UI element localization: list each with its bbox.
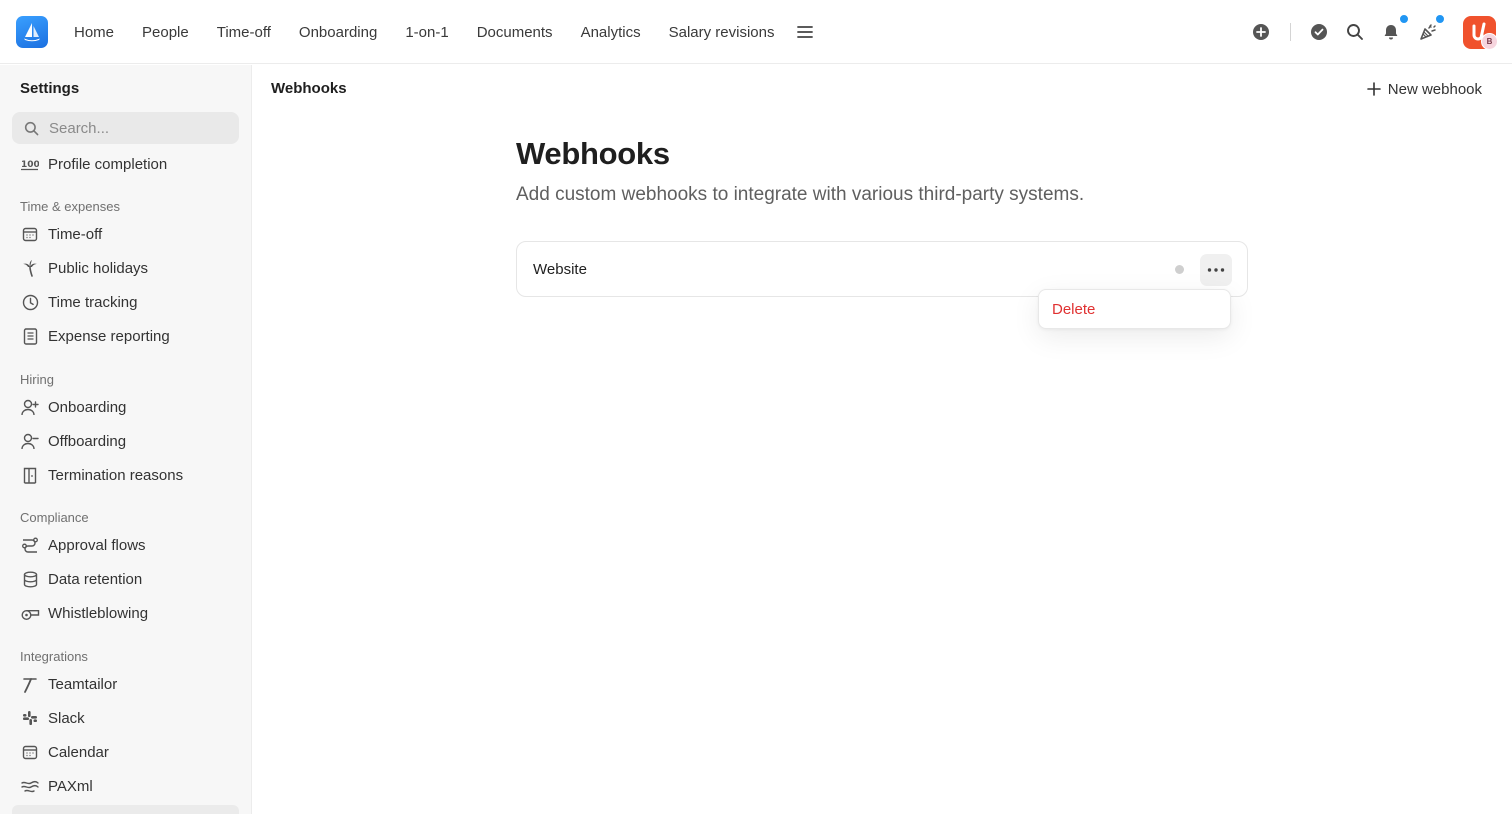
sidebar-item-paxml[interactable]: PAXml	[12, 771, 239, 801]
sidebar-item-label: Termination reasons	[48, 466, 184, 484]
nav-time-off[interactable]: Time-off	[203, 24, 285, 41]
settings-sidebar: Settings 100 Profile completion Time & e…	[0, 65, 252, 814]
section-hiring: Hiring	[20, 372, 54, 387]
calendar-icon	[20, 742, 40, 762]
sidebar-item-time-tracking[interactable]: Time tracking	[12, 287, 239, 317]
nav-home[interactable]: Home	[60, 24, 128, 41]
page-subtitle: Add custom webhooks to integrate with va…	[516, 184, 1085, 205]
sidebar-item-profile-completion[interactable]: 100 Profile completion	[12, 149, 239, 179]
new-webhook-label: New webhook	[1387, 80, 1482, 98]
sidebar-search-input[interactable]	[49, 119, 219, 137]
section-compliance: Compliance	[20, 510, 89, 525]
sidebar-item-label: Whistleblowing	[48, 604, 149, 622]
receipt-icon	[20, 326, 40, 346]
section-time-expenses: Time & expenses	[20, 199, 120, 214]
user-initial-badge: B	[1481, 33, 1498, 50]
door-icon	[20, 465, 40, 485]
toolbar-divider	[1290, 23, 1291, 41]
sidebar-item-slack[interactable]: Slack	[12, 703, 239, 733]
sidebar-item-label: Onboarding	[48, 398, 127, 416]
sailboat-icon	[24, 23, 40, 42]
hamburger-menu-icon[interactable]	[796, 24, 814, 40]
sidebar-item-label: Slack	[48, 709, 85, 727]
notification-badge	[1399, 14, 1409, 24]
sidebar-item-teamtailor[interactable]: Teamtailor	[12, 669, 239, 699]
sidebar-item-offboarding[interactable]: Offboarding	[12, 426, 239, 456]
sidebar-item-label: Teamtailor	[48, 675, 118, 693]
nav-one-on-one[interactable]: 1-on-1	[391, 24, 462, 41]
sidebar-item-whistleblowing[interactable]: Whistleblowing	[12, 598, 239, 628]
webhook-status-indicator	[1175, 265, 1184, 274]
webhook-options-menu: Delete	[1038, 289, 1231, 329]
sidebar-item-label: Approval flows	[48, 536, 146, 554]
more-options-button[interactable]	[1200, 254, 1232, 286]
svg-text:100: 100	[21, 160, 39, 170]
user-remove-icon	[20, 431, 40, 451]
check-circle-icon[interactable]	[1309, 22, 1329, 42]
nav-analytics[interactable]: Analytics	[567, 24, 655, 41]
top-bar: Home People Time-off Onboarding 1-on-1 D…	[0, 0, 1512, 64]
calendar-icon	[20, 224, 40, 244]
nav-salary-revisions[interactable]: Salary revisions	[655, 24, 789, 41]
nav-onboarding[interactable]: Onboarding	[285, 24, 391, 41]
slack-icon	[20, 708, 40, 728]
sidebar-item-label: Expense reporting	[48, 327, 170, 345]
sidebar-item-approval-flows[interactable]: Approval flows	[12, 530, 239, 560]
sidebar-item-label: Time-off	[48, 225, 103, 243]
bell-icon[interactable]	[1381, 22, 1401, 42]
sidebar-item-selected[interactable]	[12, 805, 239, 814]
sidebar-item-label: Offboarding	[48, 432, 127, 450]
clock-icon	[20, 292, 40, 312]
sidebar-item-label: Time tracking	[48, 293, 138, 311]
breadcrumb: Webhooks	[271, 80, 347, 97]
flow-icon	[20, 535, 40, 555]
nav-documents[interactable]: Documents	[463, 24, 567, 41]
main-nav: Home People Time-off Onboarding 1-on-1 D…	[60, 0, 814, 64]
add-circle-icon[interactable]	[1251, 22, 1271, 42]
whistle-icon	[20, 603, 40, 623]
page-title: Webhooks	[516, 136, 670, 171]
sidebar-item-onboarding[interactable]: Onboarding	[12, 392, 239, 422]
celebration-badge	[1435, 14, 1445, 24]
hundred-points-icon: 100	[20, 154, 40, 174]
app-logo[interactable]	[16, 16, 48, 48]
sidebar-item-label: PAXml	[48, 777, 93, 795]
webhook-name: Website	[533, 261, 587, 278]
ellipsis-icon	[1207, 268, 1225, 272]
user-add-icon	[20, 397, 40, 417]
delete-menu-item[interactable]: Delete	[1052, 301, 1095, 318]
sidebar-item-expense-reporting[interactable]: Expense reporting	[12, 321, 239, 351]
plus-icon	[1366, 82, 1381, 96]
search-icon[interactable]	[1345, 22, 1365, 42]
nav-people[interactable]: People	[128, 24, 203, 41]
sidebar-title: Settings	[20, 80, 80, 97]
sidebar-search	[12, 112, 239, 144]
sidebar-item-time-off[interactable]: Time-off	[12, 219, 239, 249]
section-integrations: Integrations	[20, 649, 88, 664]
sidebar-item-label: Public holidays	[48, 259, 149, 277]
sidebar-item-termination-reasons[interactable]: Termination reasons	[12, 460, 239, 490]
sidebar-item-label: Profile completion	[48, 155, 168, 173]
teamtailor-icon	[20, 674, 40, 694]
paxml-icon	[20, 776, 40, 796]
celebration-icon[interactable]	[1418, 22, 1438, 42]
sidebar-item-calendar[interactable]: Calendar	[12, 737, 239, 767]
palm-tree-icon	[20, 258, 40, 278]
database-icon	[20, 569, 40, 589]
sidebar-item-data-retention[interactable]: Data retention	[12, 564, 239, 594]
new-webhook-button[interactable]: New webhook	[1366, 77, 1482, 101]
sidebar-item-label: Data retention	[48, 570, 143, 588]
sidebar-item-public-holidays[interactable]: Public holidays	[12, 253, 239, 283]
sidebar-item-label: Calendar	[48, 743, 109, 761]
search-icon	[24, 121, 39, 135]
